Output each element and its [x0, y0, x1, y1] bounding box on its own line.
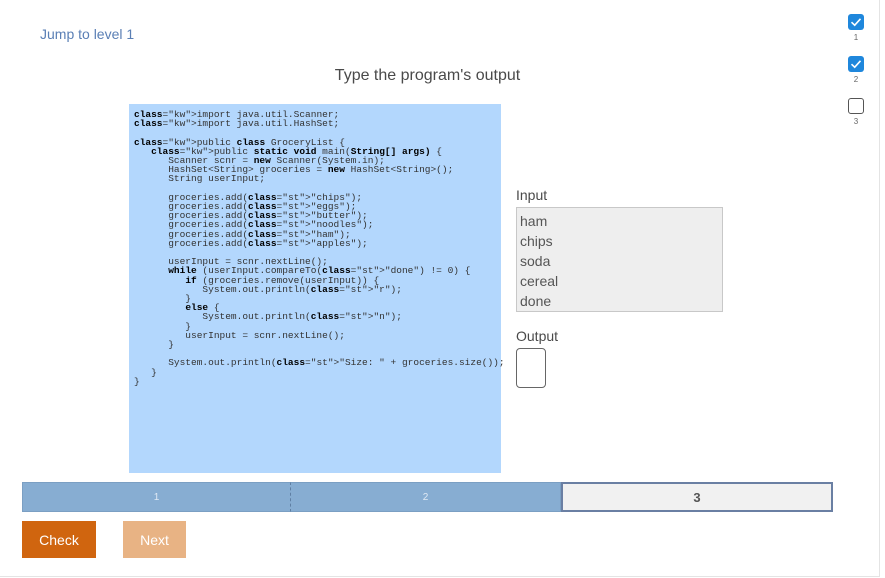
level-2[interactable]: 2 [846, 56, 866, 84]
activity-card: Jump to level 1 Type the program's outpu… [0, 0, 880, 577]
level-number: 2 [853, 75, 859, 84]
level-1[interactable]: 1 [846, 14, 866, 42]
input-line: ham [520, 213, 548, 229]
level-number: 3 [853, 117, 859, 126]
input-line: done [520, 293, 552, 309]
level-number: 1 [853, 33, 859, 42]
jump-to-level-link[interactable]: Jump to level 1 [40, 26, 134, 42]
code-listing: class="kw">import java.util.Scanner; cla… [134, 109, 505, 387]
level-3[interactable]: 3 [846, 98, 866, 126]
checkbox-empty-icon [848, 98, 864, 114]
checkbox-checked-icon [848, 14, 864, 30]
input-line: cereal [520, 273, 559, 289]
check-button[interactable]: Check [22, 521, 96, 558]
activity-title: Type the program's output [334, 67, 521, 84]
input-line: chips [520, 233, 553, 249]
progress-segment-2[interactable]: 2 [291, 482, 561, 512]
checkbox-checked-icon [848, 56, 864, 72]
output-label: Output [516, 328, 559, 344]
code-panel: class="kw">import java.util.Scanner; cla… [129, 104, 505, 473]
progress-segment-1[interactable]: 1 [22, 482, 291, 512]
progress-bar: 1 2 3 [22, 482, 833, 512]
input-label: Input [516, 187, 548, 203]
input-box: ham chips soda cereal done [516, 207, 723, 312]
output-textarea[interactable] [516, 348, 546, 388]
input-line: soda [520, 253, 551, 269]
progress-segment-3[interactable]: 3 [561, 482, 833, 512]
next-button[interactable]: Next [123, 521, 186, 558]
